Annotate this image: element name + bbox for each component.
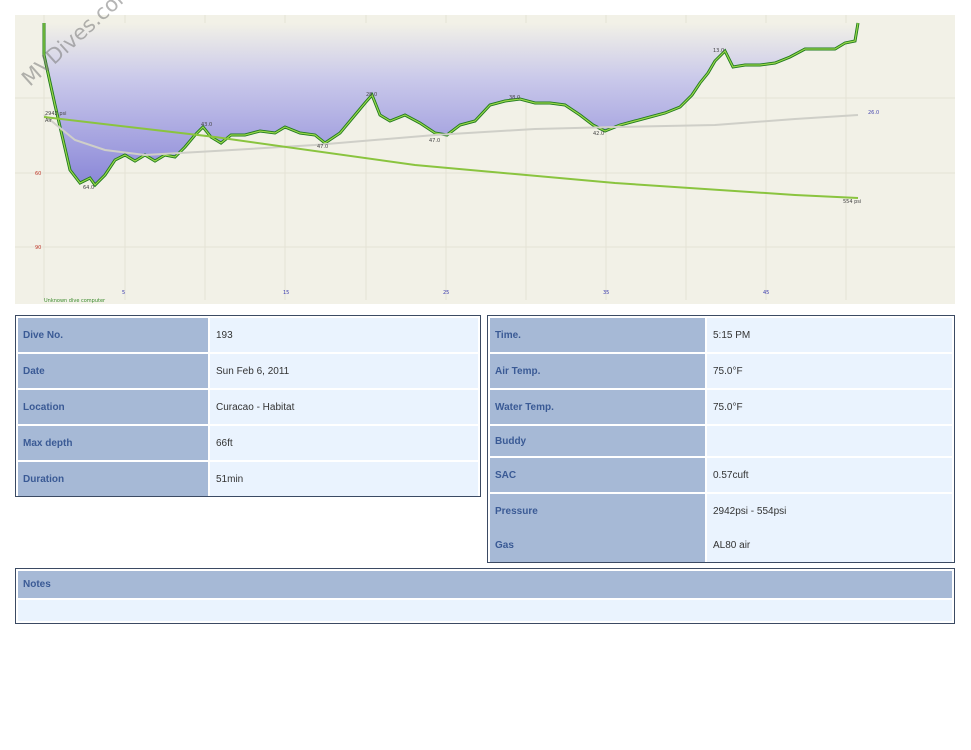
time-value: 5:15 PM	[707, 318, 952, 352]
duration-value: 51min	[210, 462, 478, 496]
dive-number-value: 193	[210, 318, 478, 352]
depth-annotation: 47.0	[429, 138, 440, 144]
notes-section: Notes	[15, 568, 955, 624]
water-temp-value: 75.0°F	[707, 390, 952, 424]
depth-annotation: 28.0	[366, 92, 377, 98]
depth-annotation: 38.0	[509, 95, 520, 101]
depth-axis-label: 60	[35, 171, 41, 177]
depth-axis-label: 90	[35, 245, 41, 251]
sac-label: SAC	[490, 458, 705, 492]
gas-row: Gas AL80 air	[490, 528, 952, 562]
date-row: Date Sun Feb 6, 2011	[18, 354, 478, 388]
time-axis-label: 15	[283, 290, 289, 296]
depth-annotation: 64.0	[83, 185, 94, 191]
depth-area	[44, 23, 858, 185]
water-temp-label: Water Temp.	[490, 390, 705, 424]
pressure-end-label: 554 psi	[843, 199, 861, 205]
time-row: Time. 5:15 PM	[490, 318, 952, 352]
time-axis-label: 25	[443, 290, 449, 296]
notes-label: Notes	[18, 571, 952, 598]
dive-number-row: Dive No. 193	[18, 318, 478, 352]
depth-annotation: 47.0	[317, 144, 328, 150]
dive-details-table: Time. 5:15 PM Air Temp. 75.0°F Water Tem…	[487, 315, 955, 563]
location-value: Curacao - Habitat	[210, 390, 478, 424]
depth-annotation: 13.0	[713, 48, 724, 54]
depth-annotation: 42.0	[593, 131, 604, 137]
gas-value: AL80 air	[707, 528, 952, 562]
dive-profile-chart: 64.0 47.0 47.0 28.0 43.0 38.0 42.0 13.0 …	[15, 0, 955, 304]
location-label: Location	[18, 390, 208, 424]
buddy-label: Buddy	[490, 426, 705, 456]
location-row: Location Curacao - Habitat	[18, 390, 478, 424]
sac-row: SAC 0.57cuft	[490, 458, 952, 492]
notes-text	[18, 600, 952, 621]
dive-profile-graph: 64.0 47.0 47.0 28.0 43.0 38.0 42.0 13.0 …	[15, 15, 955, 304]
air-temp-label: Air Temp.	[490, 354, 705, 388]
max-depth-row: Max depth 66ft	[18, 426, 478, 460]
dive-number-label: Dive No.	[18, 318, 208, 352]
dive-computer-label: Unknown dive computer	[44, 298, 106, 304]
date-value: Sun Feb 6, 2011	[210, 354, 478, 388]
time-label: Time.	[490, 318, 705, 352]
air-temp-row: Air Temp. 75.0°F	[490, 354, 952, 388]
pressure-start-label: 2942 psi	[45, 111, 66, 117]
depth-annotation: 43.0	[201, 122, 212, 128]
time-axis-label: 35	[603, 290, 609, 296]
water-temp-row: Water Temp. 75.0°F	[490, 390, 952, 424]
pressure-label: Pressure	[490, 494, 705, 528]
dive-info-table: Dive No. 193 Date Sun Feb 6, 2011 Locati…	[15, 315, 481, 497]
max-depth-label: Max depth	[18, 426, 208, 460]
time-axis-label: 5	[122, 290, 125, 296]
temperature-label: 26.0	[868, 110, 879, 116]
duration-row: Duration 51min	[18, 462, 478, 496]
buddy-row: Buddy	[490, 426, 952, 456]
gas-row-label: Gas	[490, 528, 705, 562]
air-temp-value: 75.0°F	[707, 354, 952, 388]
sac-value: 0.57cuft	[707, 458, 952, 492]
date-label: Date	[18, 354, 208, 388]
pressure-value: 2942psi - 554psi	[707, 494, 952, 528]
gas-label: Air	[45, 118, 53, 124]
buddy-value	[707, 426, 952, 456]
duration-label: Duration	[18, 462, 208, 496]
time-axis-label: 45	[763, 290, 769, 296]
pressure-row: Pressure 2942psi - 554psi	[490, 494, 952, 528]
max-depth-value: 66ft	[210, 426, 478, 460]
